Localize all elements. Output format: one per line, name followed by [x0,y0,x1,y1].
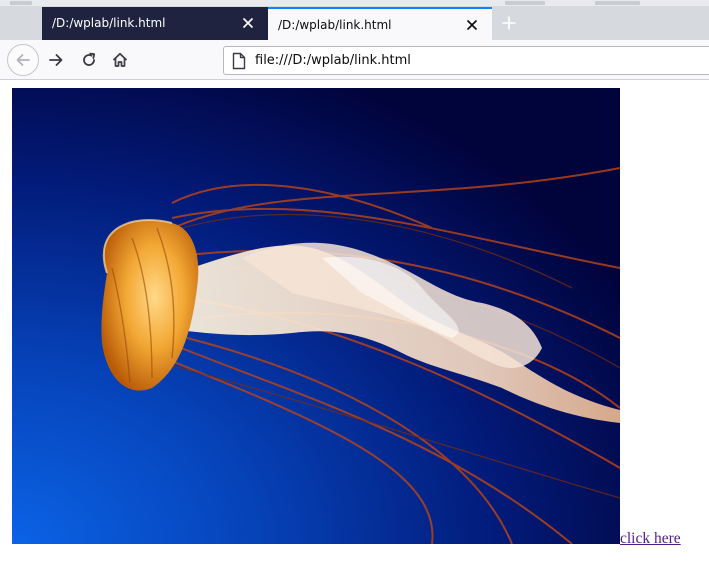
address-bar[interactable]: file:///D:/wplab/link.html [223,46,709,75]
navigation-toolbar: file:///D:/wplab/link.html [0,40,709,80]
tab-inactive[interactable]: /D:/wplab/link.html [42,7,268,40]
click-here-link[interactable]: click here [620,530,681,548]
file-icon [231,52,247,70]
window-top-edge [0,0,709,6]
url-text: file:///D:/wplab/link.html [255,53,411,68]
background-title-fragment [10,1,32,5]
tab-active[interactable]: /D:/wplab/link.html [268,7,492,40]
back-button[interactable] [7,44,39,76]
close-icon[interactable] [464,17,480,33]
arrow-right-icon [49,54,63,66]
jellyfish-image [12,88,620,544]
page-content: click here [0,81,709,576]
arrow-left-icon [16,54,30,66]
tab-strip: /D:/wplab/link.html /D:/wplab/link.html [0,0,709,40]
new-tab-button[interactable] [494,8,524,38]
forward-button[interactable] [40,44,72,76]
tab-title: /D:/wplab/link.html [278,18,392,32]
background-title-fragment [505,1,545,5]
home-button[interactable] [104,44,136,76]
reload-button[interactable] [73,44,105,76]
background-title-fragment [595,1,640,5]
plus-icon [502,16,516,30]
close-icon[interactable] [240,15,256,31]
home-icon [112,52,128,67]
tab-title: /D:/wplab/link.html [52,16,166,30]
reload-icon [83,52,96,66]
